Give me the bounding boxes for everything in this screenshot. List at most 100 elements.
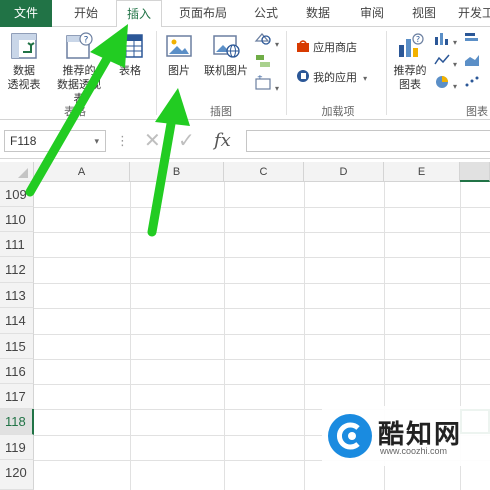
row-header-115[interactable]: 115 [0,334,34,359]
pie-chart-button[interactable]: ▾ [434,75,457,96]
tab-page-layout[interactable]: 页面布局 [172,0,234,27]
tab-review[interactable]: 审阅 [350,0,394,27]
column-chart-icon [435,33,448,45]
grid-line [34,334,490,335]
row-header-118[interactable]: 118 [0,409,34,435]
chevron-down-icon: ▾ [275,40,280,49]
table-button[interactable]: 表格 [112,31,148,78]
name-box[interactable]: F118 ▾ [4,130,106,152]
svg-text:?: ? [84,36,89,46]
pictures-label: 图片 [168,65,190,77]
store-icon [297,40,309,52]
grid-line [34,232,490,233]
group-divider [286,31,287,115]
online-picture-icon [213,35,240,58]
recommended-charts-label-1: 推荐的 [393,65,427,77]
svg-text:?: ? [416,35,420,44]
recommended-pivot-label-2: 数据透视表 [57,79,101,105]
illustrations-group-label: 插图 [210,106,232,118]
group-divider [386,31,387,115]
column-header-d[interactable]: D [304,162,384,182]
grid-line [34,257,490,258]
pivottable-button[interactable]: 数据 透视表 [4,31,44,92]
row-header-117[interactable]: 117 [0,384,34,409]
row-header-111[interactable]: 111 [0,232,34,257]
tab-insert[interactable]: 插入 [116,0,162,28]
chevron-down-icon: ▾ [453,82,458,91]
cancel-formula-button[interactable]: ✕ [144,130,161,152]
name-box-value: F118 [10,134,37,148]
column-header-e[interactable]: E [384,162,460,182]
tab-developer[interactable]: 开发工 [452,0,490,27]
enter-formula-button[interactable]: ✓ [178,130,195,152]
row-header-120[interactable]: 120 [0,460,34,490]
chevron-down-icon: ▾ [94,136,99,146]
table-icon [117,34,143,58]
recommended-charts-label-2: 图表 [399,79,421,91]
area-chart-button[interactable] [464,53,480,73]
formula-input[interactable] [246,130,490,152]
tab-data[interactable]: 数据 [296,0,340,27]
row-header-112[interactable]: 112 [0,257,34,283]
online-pictures-label: 联机图片 [204,65,248,77]
watermark: 酷知网 www.coozhi.com [322,406,490,466]
shapes-button[interactable]: ▾ [254,31,279,54]
row-header-113[interactable]: 113 [0,283,34,308]
scatter-chart-icon [465,76,479,87]
store-label: 应用商店 [313,42,358,54]
bar-chart-icon [465,33,478,41]
column-chart-button[interactable]: ▾ [434,31,457,52]
chevron-down-icon: ▾ [453,38,458,47]
recommended-charts-icon: ? [399,33,424,57]
tab-formulas[interactable]: 公式 [244,0,288,27]
pictures-button[interactable]: 图片 [162,31,196,78]
scatter-chart-button[interactable] [464,75,480,95]
screenshot-button[interactable]: + ▾ [254,73,279,98]
tables-group-label: 表格 [64,106,86,118]
addins-group-label: 加载项 [321,106,355,118]
store-button[interactable]: 应用商店 [296,39,357,57]
row-header-119[interactable]: 119 [0,435,34,460]
bar-chart-button[interactable] [464,31,480,51]
insert-function-button[interactable]: fx [214,130,231,152]
column-header-f[interactable] [460,162,490,182]
smartart-button[interactable] [254,53,272,75]
grid-line [130,182,131,490]
tab-view[interactable]: 视图 [402,0,446,27]
tab-home[interactable]: 开始 [62,0,110,27]
column-header-c[interactable]: C [224,162,304,182]
grid-line [34,384,490,385]
grid-line [34,207,490,208]
table-label: 表格 [119,65,141,77]
recommended-pivottables-button[interactable]: ? 推荐的 数据透视表 [54,31,104,106]
column-header-a[interactable]: A [34,162,130,182]
select-all-icon [18,168,28,178]
recommended-charts-button[interactable]: ? 推荐的 图表 [390,31,430,92]
ribbon-tab-bar: 文件 开始 插入 页面布局 公式 数据 审阅 视图 开发工 [0,0,490,28]
my-apps-button[interactable]: 我的应用 ▾ [296,69,367,88]
line-chart-button[interactable]: ▾ [434,53,457,74]
watermark-logo-icon [328,414,372,458]
grid-line [224,182,225,490]
grid-line [34,283,490,284]
pivottable-icon [11,33,37,59]
row-header-114[interactable]: 114 [0,308,34,334]
pie-chart-icon [436,76,448,88]
select-all-corner[interactable] [0,162,34,182]
tab-file[interactable]: 文件 [0,0,52,27]
my-apps-label: 我的应用 [313,72,358,84]
my-apps-icon [297,70,309,82]
formula-bar-handle[interactable]: ⋮ [116,130,129,152]
recommended-pivot-icon: ? [66,32,93,59]
grid-line [34,308,490,309]
row-header-110[interactable]: 110 [0,207,34,232]
picture-icon [166,35,192,57]
grid-line [304,182,305,490]
column-header-b[interactable]: B [130,162,224,182]
row-header-109[interactable]: 109 [0,182,34,207]
group-divider [156,31,157,115]
screenshot-icon: + [255,73,271,90]
row-header-116[interactable]: 116 [0,359,34,384]
online-pictures-button[interactable]: 联机图片 [200,31,252,78]
formula-bar: F118 ▾ ⋮ ✕ ✓ fx [0,121,490,159]
